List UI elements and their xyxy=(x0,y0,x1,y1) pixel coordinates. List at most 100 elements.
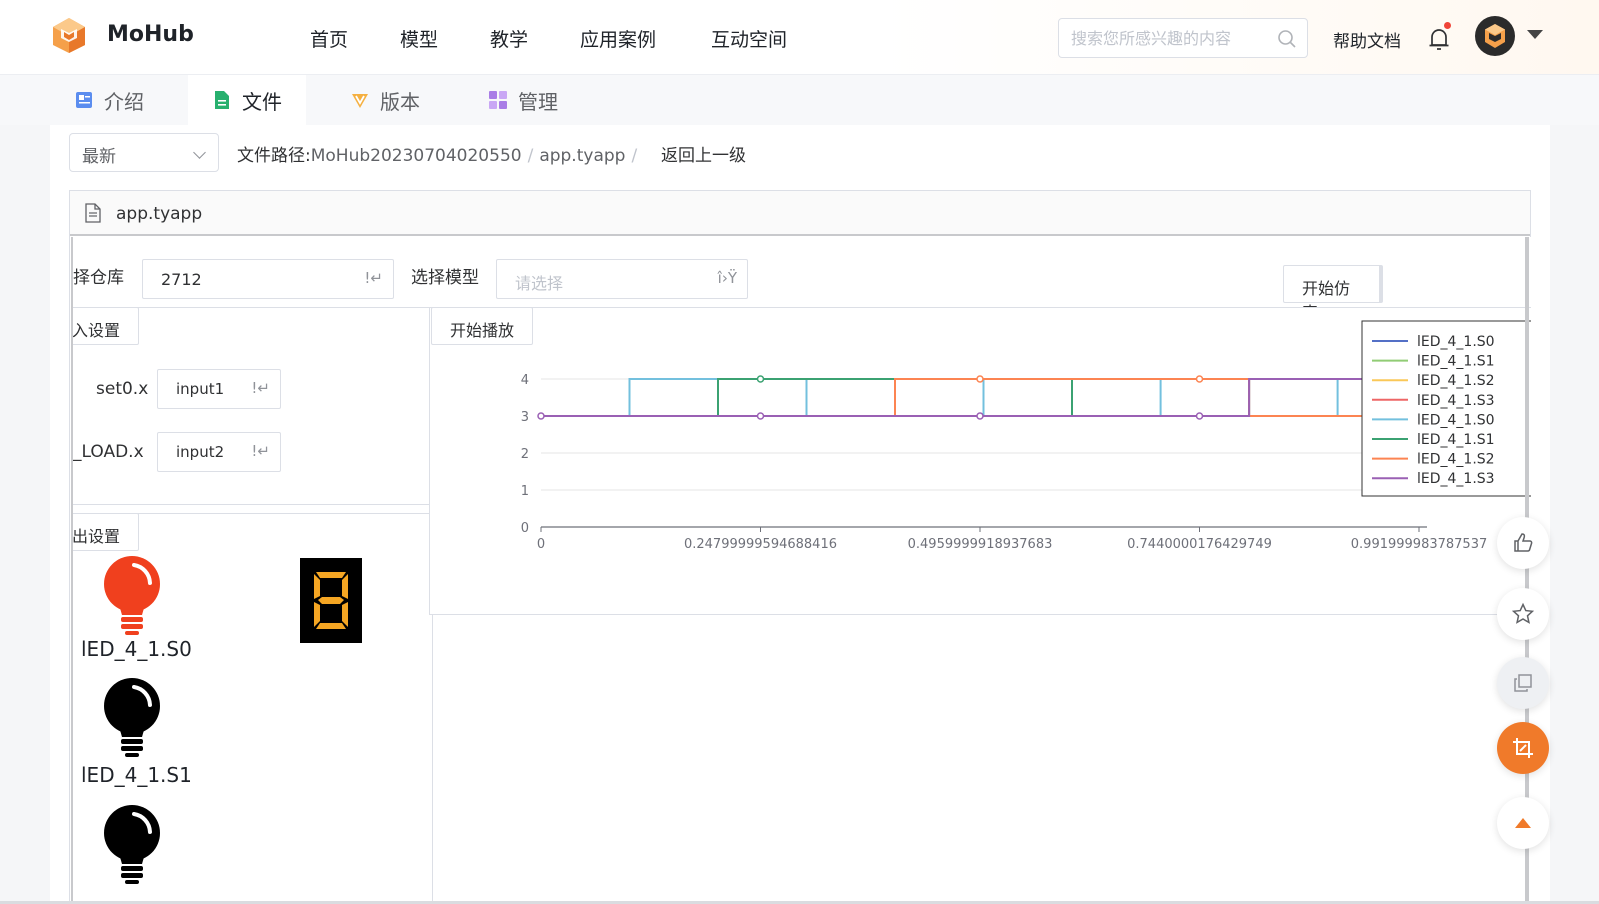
bulb-on-icon xyxy=(104,556,160,635)
version-select-value: 最新 xyxy=(82,147,116,167)
data-point xyxy=(756,412,765,420)
back-up-link[interactable]: 返回上一级 xyxy=(661,141,746,166)
x-tick-label: 0.4959999918937683 xyxy=(908,537,1053,552)
output-label-2: lED_4_1.S1 xyxy=(81,763,192,787)
input-settings-tab[interactable]: 入设置 xyxy=(73,307,139,345)
breadcrumb-root[interactable]: MoHub20230704020550 xyxy=(311,146,522,166)
x-tick-label: 0 xyxy=(537,537,545,552)
bell-icon xyxy=(1429,29,1449,50)
x-tick-label: 0.24799999594688416 xyxy=(684,537,837,552)
input-value-2: input2 xyxy=(176,443,225,461)
nav-teaching[interactable]: 教学 xyxy=(490,25,528,52)
legend-label: lED_4_1.S1 xyxy=(1417,432,1495,448)
version-select[interactable]: 最新 xyxy=(69,133,219,172)
input-field-2[interactable]: input2 !↵ xyxy=(157,432,281,472)
tab-versions[interactable]: 版本 xyxy=(342,75,462,125)
series-line xyxy=(541,378,1419,417)
breadcrumb: 文件路径:MoHub20230704020550/app.tyapp / xyxy=(237,146,638,166)
bulb-off-icon xyxy=(104,805,160,884)
avatar[interactable] xyxy=(1475,16,1515,56)
y-tick-label: 0 xyxy=(521,521,529,536)
file-icon xyxy=(215,91,229,109)
dropdown-icon: !↵ xyxy=(364,269,383,287)
output-settings-tab[interactable]: 出设置 xyxy=(73,513,139,551)
help-docs-link[interactable]: 帮助文档 xyxy=(1333,27,1401,52)
document-icon xyxy=(85,203,101,223)
legend-label: lED_4_1.S2 xyxy=(1417,373,1495,389)
legend-label: lED_4_1.S1 xyxy=(1417,354,1495,370)
legend-label: lED_4_1.S2 xyxy=(1417,452,1495,468)
y-tick-label: 3 xyxy=(521,410,529,425)
tab-files-label: 文件 xyxy=(242,89,282,114)
repo-field[interactable]: 2712 !↵ xyxy=(142,259,394,299)
input-value-1: input1 xyxy=(176,380,225,398)
nav-cases[interactable]: 应用案例 xyxy=(580,25,656,52)
legend-label: lED_4_1.S3 xyxy=(1417,393,1495,409)
input-label-1: set0.x xyxy=(96,379,149,399)
data-point xyxy=(756,375,765,383)
y-tick-label: 4 xyxy=(521,373,529,388)
tabs-bar: 介绍 文件 版本 管理 xyxy=(0,75,1599,125)
model-label: 选择模型 xyxy=(411,268,479,288)
chevron-down-icon[interactable] xyxy=(1527,30,1543,39)
search-input[interactable] xyxy=(1069,27,1269,49)
repo-label: 择仓库 xyxy=(73,268,124,288)
favorite-button[interactable] xyxy=(1497,588,1549,640)
mohub-logo-icon[interactable] xyxy=(50,16,88,54)
crop-button[interactable] xyxy=(1497,722,1549,774)
manage-icon xyxy=(489,91,507,109)
tab-manage[interactable]: 管理 xyxy=(478,75,598,125)
start-simulation-button[interactable]: 开始仿真 xyxy=(1283,265,1383,322)
dropdown-icon: !↵ xyxy=(251,442,270,460)
intro-icon xyxy=(76,92,92,108)
file-header: app.tyapp xyxy=(70,191,1530,236)
notification-dot xyxy=(1444,22,1451,29)
tab-manage-label: 管理 xyxy=(518,89,558,114)
file-name: app.tyapp xyxy=(116,204,203,224)
like-button[interactable] xyxy=(1497,517,1549,569)
dropdown-icon: !↵ xyxy=(251,379,270,397)
arrow-up-icon xyxy=(1515,818,1531,828)
series-line xyxy=(541,378,1419,417)
data-point xyxy=(976,375,984,383)
input-label-2: _LOAD.x xyxy=(73,442,144,462)
back-to-top-button[interactable] xyxy=(1497,797,1549,849)
repo-value: 2712 xyxy=(161,270,202,289)
brand-name[interactable]: MoHub xyxy=(107,22,194,47)
copy-icon xyxy=(1514,674,1532,692)
model-select[interactable]: 请选择 î›Ÿ xyxy=(496,259,748,299)
legend-label: lED_4_1.S0 xyxy=(1417,412,1495,428)
signal-chart: 0 1 2 3 4 0 0.24799999594688416 0.4959999918937… xyxy=(521,320,1531,552)
tab-intro[interactable]: 介绍 xyxy=(60,75,180,125)
app-preview: 择仓库 2712 !↵ 选择模型 请选择 î›Ÿ 开始仿真 入设置 set0.x… xyxy=(71,237,1531,904)
search-icon[interactable] xyxy=(1277,29,1297,49)
top-header: MoHub 首页 模型 教学 应用案例 互动空间 帮助文档 xyxy=(0,0,1599,75)
tab-intro-label: 介绍 xyxy=(104,89,144,114)
tab-files[interactable]: 文件 xyxy=(188,75,306,125)
data-point xyxy=(537,412,545,420)
search-box xyxy=(1058,18,1308,58)
copy-button[interactable] xyxy=(1497,657,1549,709)
legend-label: lED_4_1.S3 xyxy=(1417,471,1495,487)
path-label: 文件路径: xyxy=(237,146,311,166)
nav-interactive-space[interactable]: 互动空间 xyxy=(711,25,787,52)
thumbs-up-icon xyxy=(1514,533,1533,552)
chevron-down-icon xyxy=(193,146,206,159)
data-point xyxy=(976,412,984,420)
notification-bell[interactable] xyxy=(1427,22,1451,52)
series-line xyxy=(541,378,1419,417)
breadcrumb-file[interactable]: app.tyapp xyxy=(539,146,625,166)
star-icon xyxy=(1511,602,1535,624)
series-line xyxy=(541,378,1419,417)
nav-models[interactable]: 模型 xyxy=(400,25,438,52)
input-field-1[interactable]: input1 !↵ xyxy=(157,369,281,409)
version-icon xyxy=(352,94,368,108)
data-point xyxy=(1195,375,1204,383)
crop-icon xyxy=(1513,738,1533,758)
nav-home[interactable]: 首页 xyxy=(310,25,348,52)
x-tick-label: 0.991999983787537 xyxy=(1351,537,1487,552)
y-tick-label: 1 xyxy=(521,484,529,499)
tab-versions-label: 版本 xyxy=(380,89,420,114)
y-tick-label: 2 xyxy=(521,447,529,462)
data-point xyxy=(1195,412,1204,420)
